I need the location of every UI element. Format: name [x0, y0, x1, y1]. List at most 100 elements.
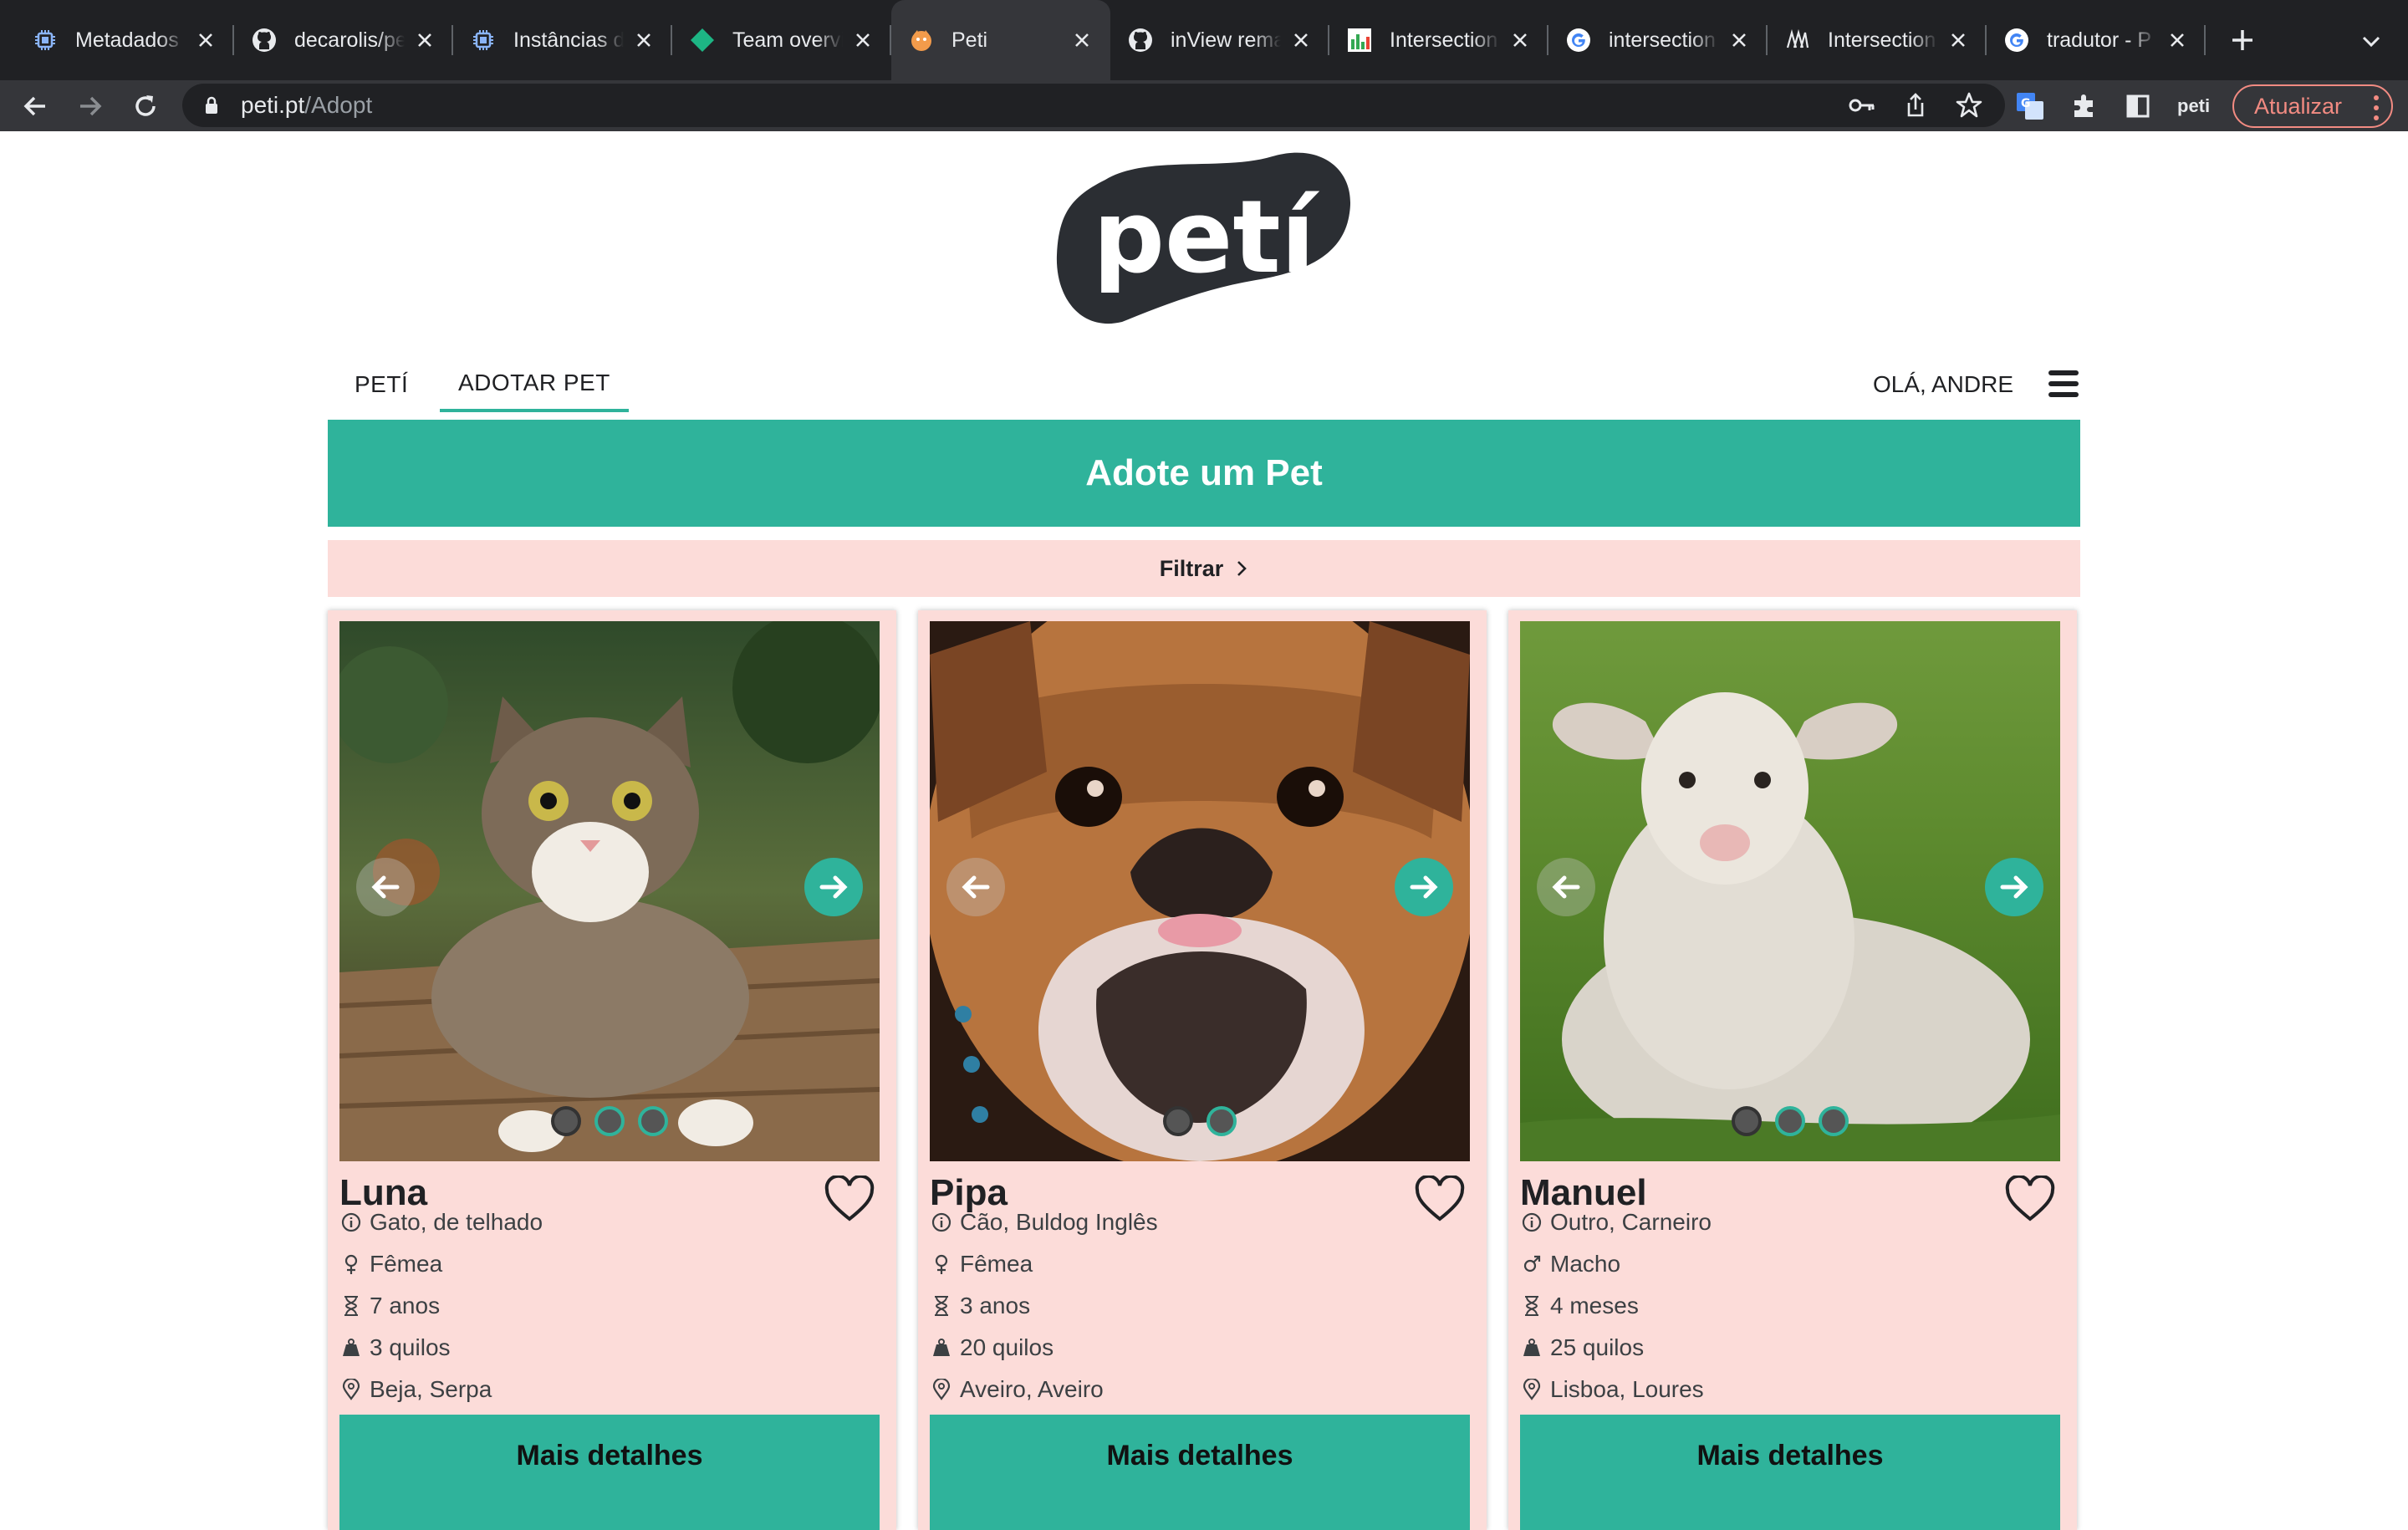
- male-icon: [1520, 1252, 1543, 1276]
- svg-text:G: G: [2021, 97, 2031, 110]
- browser-chrome: Metadados decarolis/peti Instâncias do T…: [0, 0, 2408, 131]
- browser-toolbar: peti.pt/Adopt G peti Atualizar: [0, 80, 2408, 131]
- tab-intersection-2[interactable]: intersection: [1548, 0, 1768, 80]
- back-button[interactable]: [15, 86, 55, 126]
- photo-thumb[interactable]: [1732, 1106, 1762, 1136]
- tab-instancias[interactable]: Instâncias do: [453, 0, 672, 80]
- close-icon[interactable]: [851, 28, 875, 52]
- pet-card: Luna Gato, de telhado Fêmea 7 anos 3 qui…: [328, 610, 896, 1530]
- translate-icon[interactable]: G: [2015, 91, 2045, 121]
- close-icon[interactable]: [1727, 28, 1751, 52]
- female-icon: [339, 1252, 363, 1276]
- photo-thumbnails: [930, 1106, 1470, 1136]
- next-photo-button[interactable]: [804, 858, 863, 916]
- close-icon[interactable]: [1508, 28, 1532, 52]
- forward-button[interactable]: [70, 86, 110, 126]
- tab-metadados[interactable]: Metadados: [15, 0, 234, 80]
- plus-icon: [2232, 30, 2252, 50]
- reload-button[interactable]: [125, 86, 166, 126]
- photo-thumb[interactable]: [638, 1106, 668, 1136]
- pet-sex: Fêmea: [930, 1247, 1431, 1281]
- info-icon: [339, 1211, 363, 1234]
- peti-logo[interactable]: petí: [1055, 146, 1353, 325]
- next-photo-button[interactable]: [1985, 858, 2043, 916]
- profile-label[interactable]: peti: [2177, 95, 2210, 117]
- info-icon: [930, 1211, 953, 1234]
- photo-thumb[interactable]: [1207, 1106, 1237, 1136]
- pet-location-text: Aveiro, Aveiro: [960, 1376, 1104, 1402]
- tab-search-button[interactable]: [2358, 28, 2385, 55]
- address-bar[interactable]: peti.pt/Adopt: [182, 84, 2005, 127]
- page: petí PETÍ ADOTAR PET OLÁ, ANDRE Adote um…: [0, 131, 2408, 1530]
- next-photo-button[interactable]: [1395, 858, 1453, 916]
- more-details-label: Mais detalhes: [1106, 1440, 1293, 1471]
- female-icon: [930, 1252, 953, 1276]
- pet-photo: [1520, 621, 2060, 1161]
- lamb-photo: [1520, 621, 2060, 1161]
- pet-sex-text: Fêmea: [960, 1251, 1033, 1277]
- close-icon[interactable]: [1289, 28, 1313, 52]
- photo-thumb[interactable]: [551, 1106, 581, 1136]
- pet-sex-text: Macho: [1550, 1251, 1621, 1277]
- pet-sex-text: Fêmea: [370, 1251, 443, 1277]
- prev-photo-button[interactable]: [356, 858, 415, 916]
- logo-text: petí: [1093, 180, 1320, 296]
- filter-toggle[interactable]: Filtrar: [328, 540, 2080, 597]
- arrow-right-icon: [80, 96, 102, 115]
- extensions-icon[interactable]: [2070, 92, 2099, 120]
- key-icon[interactable]: [1848, 91, 1876, 120]
- close-icon[interactable]: [194, 28, 217, 52]
- url-text[interactable]: peti.pt/Adopt: [241, 92, 372, 119]
- pet-type-text: Outro, Carneiro: [1550, 1209, 1712, 1235]
- photo-thumb[interactable]: [1775, 1106, 1805, 1136]
- more-details-button[interactable]: Mais detalhes: [339, 1415, 880, 1530]
- tab-separator: [2204, 25, 2206, 55]
- tab-tradutor[interactable]: tradutor - P: [1987, 0, 2206, 80]
- google-icon: [1565, 27, 1592, 54]
- prev-photo-button[interactable]: [946, 858, 1005, 916]
- tab-intersection-1[interactable]: Intersection: [1329, 0, 1548, 80]
- reload-icon: [135, 94, 156, 116]
- new-tab-button[interactable]: [2219, 17, 2266, 64]
- tab-github-peti[interactable]: decarolis/peti: [234, 0, 453, 80]
- close-icon[interactable]: [2166, 28, 2189, 52]
- close-icon[interactable]: [1946, 28, 1970, 52]
- tab-title: Intersection: [1390, 28, 1498, 52]
- share-icon[interactable]: [1901, 91, 1930, 120]
- side-panel-icon[interactable]: [2124, 92, 2152, 120]
- pet-type-text: Gato, de telhado: [370, 1209, 543, 1235]
- pet-location: Beja, Serpa: [339, 1373, 841, 1406]
- nav-adotar-pet[interactable]: ADOTAR PET: [440, 357, 629, 412]
- tab-title: inView remains: [1171, 28, 1281, 52]
- tab-intersection-3[interactable]: Intersection: [1768, 0, 1987, 80]
- photo-thumb[interactable]: [594, 1106, 625, 1136]
- more-details-button[interactable]: Mais detalhes: [930, 1415, 1470, 1530]
- tab-inview[interactable]: inView remains: [1110, 0, 1329, 80]
- tab-team-overview[interactable]: Team overview: [672, 0, 891, 80]
- more-details-button[interactable]: Mais detalhes: [1520, 1415, 2060, 1530]
- chart-icon: [1346, 27, 1373, 54]
- user-greeting: OLÁ, ANDRE: [1872, 371, 2013, 397]
- pet-location-text: Beja, Serpa: [370, 1376, 492, 1402]
- pet-age-text: 7 anos: [370, 1293, 441, 1318]
- close-icon[interactable]: [1070, 28, 1094, 52]
- photo-thumb[interactable]: [1163, 1106, 1193, 1136]
- pet-type: Gato, de telhado: [339, 1206, 841, 1239]
- photo-thumb[interactable]: [1819, 1106, 1849, 1136]
- info-icon: [1520, 1211, 1543, 1234]
- pet-location: Aveiro, Aveiro: [930, 1373, 1431, 1406]
- prev-photo-button[interactable]: [1537, 858, 1595, 916]
- close-icon[interactable]: [413, 28, 436, 52]
- lock-icon[interactable]: [201, 94, 222, 116]
- pet-photo: [930, 621, 1470, 1161]
- nav-peti[interactable]: PETÍ: [355, 357, 408, 412]
- star-icon[interactable]: [1955, 91, 1983, 120]
- dog-photo: [930, 621, 1470, 1161]
- menu-icon[interactable]: [2047, 367, 2080, 400]
- banner-title: Adote um Pet: [1085, 452, 1323, 493]
- tab-peti[interactable]: Peti: [891, 0, 1110, 80]
- close-icon[interactable]: [632, 28, 656, 52]
- pet-photo: [339, 621, 880, 1161]
- pet-age: 4 meses: [1520, 1289, 2022, 1323]
- update-button[interactable]: Atualizar: [2232, 84, 2393, 128]
